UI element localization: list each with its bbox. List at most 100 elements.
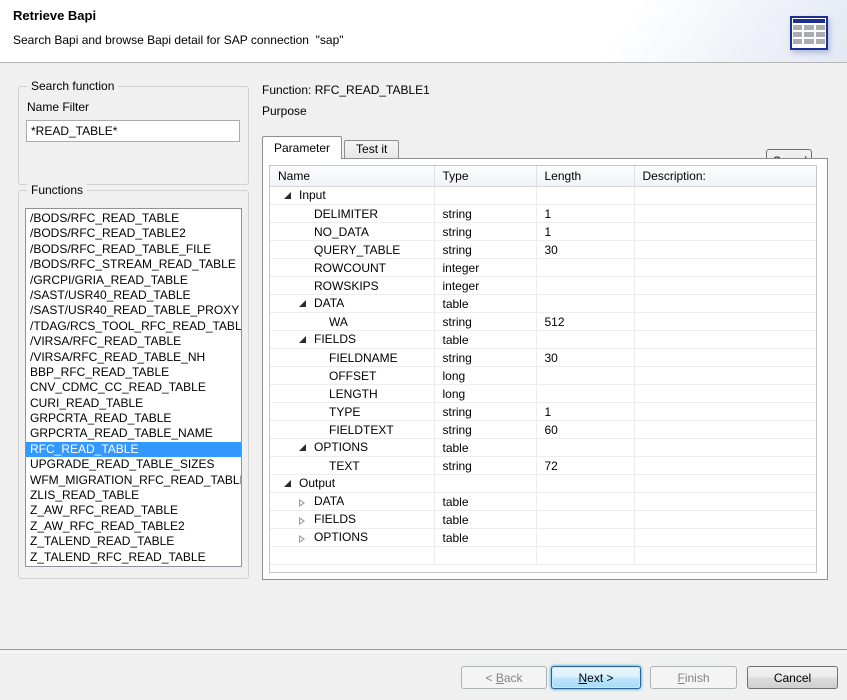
param-type: long <box>434 385 536 403</box>
param-description <box>634 223 816 241</box>
param-length: 1 <box>536 403 634 421</box>
function-list-item[interactable]: UPGRADE_READ_TABLE_SIZES <box>26 457 241 472</box>
param-length: 30 <box>536 349 634 367</box>
function-list-item[interactable]: CURI_READ_TABLE <box>26 396 241 411</box>
param-length <box>536 511 634 529</box>
parameter-row[interactable]: DATAtable <box>270 295 816 313</box>
functions-list[interactable]: /BODS/RFC_READ_TABLE/BODS/RFC_READ_TABLE… <box>25 208 242 567</box>
parameter-row[interactable]: ROWSKIPSinteger <box>270 277 816 295</box>
function-list-item[interactable]: Z_AW_RFC_READ_TABLE <box>26 503 241 518</box>
name-filter-input[interactable] <box>26 120 240 142</box>
param-description <box>634 367 816 385</box>
param-description <box>634 511 816 529</box>
tab-test-it[interactable]: Test it <box>344 140 399 158</box>
expand-icon[interactable] <box>299 531 314 545</box>
parameter-row[interactable]: OFFSETlong <box>270 367 816 385</box>
param-description <box>634 493 816 511</box>
function-list-item[interactable]: GRPCRTA_READ_TABLE <box>26 411 241 426</box>
param-type: string <box>434 349 536 367</box>
param-length <box>536 259 634 277</box>
function-list-item[interactable]: /BODS/RFC_READ_TABLE <box>26 211 241 226</box>
param-name: OFFSET <box>329 369 376 383</box>
param-length <box>536 295 634 313</box>
param-name: Input <box>299 188 326 202</box>
column-header[interactable]: Name <box>270 166 434 187</box>
param-name: FIELDTEXT <box>329 423 394 437</box>
param-name: WA <box>329 315 348 329</box>
back-button: < Back <box>461 666 547 689</box>
function-list-item[interactable]: /BODS/RFC_READ_TABLE2 <box>26 226 241 241</box>
parameter-row[interactable]: TYPEstring1 <box>270 403 816 421</box>
parameter-row[interactable]: WAstring512 <box>270 313 816 331</box>
function-list-item[interactable]: /TDAG/RCS_TOOL_RFC_READ_TABLE <box>26 319 241 334</box>
collapse-icon[interactable] <box>284 477 299 491</box>
param-type: table <box>434 511 536 529</box>
function-list-item[interactable]: Z_AW_RFC_READ_TABLE2 <box>26 519 241 534</box>
function-list-item[interactable]: WFM_MIGRATION_RFC_READ_TABLE <box>26 473 241 488</box>
parameter-row[interactable]: LENGTH long <box>270 385 816 403</box>
footer-buttons: < BackNext >FinishCancel <box>0 666 847 689</box>
param-description <box>634 241 816 259</box>
function-list-item[interactable]: /BODS/RFC_STREAM_READ_TABLE <box>26 257 241 272</box>
function-list-item[interactable]: GRPCRTA_READ_TABLE_NAME <box>26 426 241 441</box>
cancel-button[interactable]: Cancel <box>747 666 838 689</box>
function-list-item[interactable]: /SAST/USR40_READ_TABLE_PROXY <box>26 303 241 318</box>
collapse-icon[interactable] <box>299 441 314 455</box>
function-list-item[interactable]: ZLIS_READ_TABLE <box>26 488 241 503</box>
param-description <box>634 277 816 295</box>
collapse-icon[interactable] <box>299 297 314 311</box>
parameter-row[interactable]: FIELDTEXTstring60 <box>270 421 816 439</box>
parameter-row[interactable]: FIELDNAMEstring30 <box>270 349 816 367</box>
parameter-row[interactable]: DATAtable <box>270 493 816 511</box>
function-name-label: Function: RFC_READ_TABLE1 <box>262 83 430 97</box>
function-list-item[interactable]: /VIRSA/RFC_READ_TABLE_NH <box>26 350 241 365</box>
parameter-row[interactable]: FIELDS table <box>270 331 816 349</box>
parameter-row[interactable]: Output <box>270 475 816 493</box>
parameter-row[interactable]: OPTIONStable <box>270 529 816 547</box>
param-description <box>634 457 816 475</box>
function-list-item[interactable]: /VIRSA/RFC_READ_TABLE <box>26 334 241 349</box>
param-type: integer <box>434 277 536 295</box>
column-header[interactable]: Description: <box>634 166 816 187</box>
expand-icon[interactable] <box>299 513 314 527</box>
parameter-row[interactable]: FIELDS table <box>270 511 816 529</box>
tab-parameter[interactable]: Parameter <box>262 136 342 159</box>
parameter-row[interactable]: Input <box>270 187 816 205</box>
param-name: LENGTH <box>329 387 378 401</box>
collapse-icon[interactable] <box>284 189 299 203</box>
page-title: Retrieve Bapi <box>13 8 96 23</box>
collapse-icon[interactable] <box>299 333 314 347</box>
param-description <box>634 403 816 421</box>
parameter-row[interactable]: OPTIONStable <box>270 439 816 457</box>
footer-separator <box>0 649 847 653</box>
function-list-item[interactable]: BBP_RFC_READ_TABLE <box>26 365 241 380</box>
param-name: FIELDS <box>314 512 356 526</box>
parameter-row[interactable]: TEXTstring72 <box>270 457 816 475</box>
param-length: 72 <box>536 457 634 475</box>
function-list-item[interactable]: CNV_CDMC_CC_READ_TABLE <box>26 380 241 395</box>
param-name: FIELDS <box>314 332 356 346</box>
parameter-row[interactable] <box>270 547 816 565</box>
parameter-row[interactable]: DELIMITERstring1 <box>270 205 816 223</box>
param-type: table <box>434 331 536 349</box>
param-type: integer <box>434 259 536 277</box>
function-list-item[interactable]: Z_TALEND_READ_TABLE <box>26 534 241 549</box>
column-header[interactable]: Type <box>434 166 536 187</box>
parameter-row[interactable]: NO_DATAstring1 <box>270 223 816 241</box>
param-length <box>536 493 634 511</box>
function-list-item[interactable]: RFC_READ_TABLE <box>26 442 241 457</box>
param-name: OPTIONS <box>314 530 368 544</box>
function-list-item[interactable]: /BODS/RFC_READ_TABLE_FILE <box>26 242 241 257</box>
column-header[interactable]: Length <box>536 166 634 187</box>
function-list-item[interactable]: /SAST/USR40_READ_TABLE <box>26 288 241 303</box>
expand-icon[interactable] <box>299 495 314 509</box>
table-grid-icon <box>790 16 828 50</box>
param-description <box>634 547 816 565</box>
next-button[interactable]: Next > <box>551 666 641 689</box>
function-list-item[interactable]: /GRCPI/GRIA_READ_TABLE <box>26 273 241 288</box>
param-description <box>634 295 816 313</box>
param-description <box>634 187 816 205</box>
parameter-row[interactable]: ROWCOUNTinteger <box>270 259 816 277</box>
function-list-item[interactable]: Z_TALEND_RFC_READ_TABLE <box>26 550 241 565</box>
parameter-row[interactable]: QUERY_TABLEstring30 <box>270 241 816 259</box>
